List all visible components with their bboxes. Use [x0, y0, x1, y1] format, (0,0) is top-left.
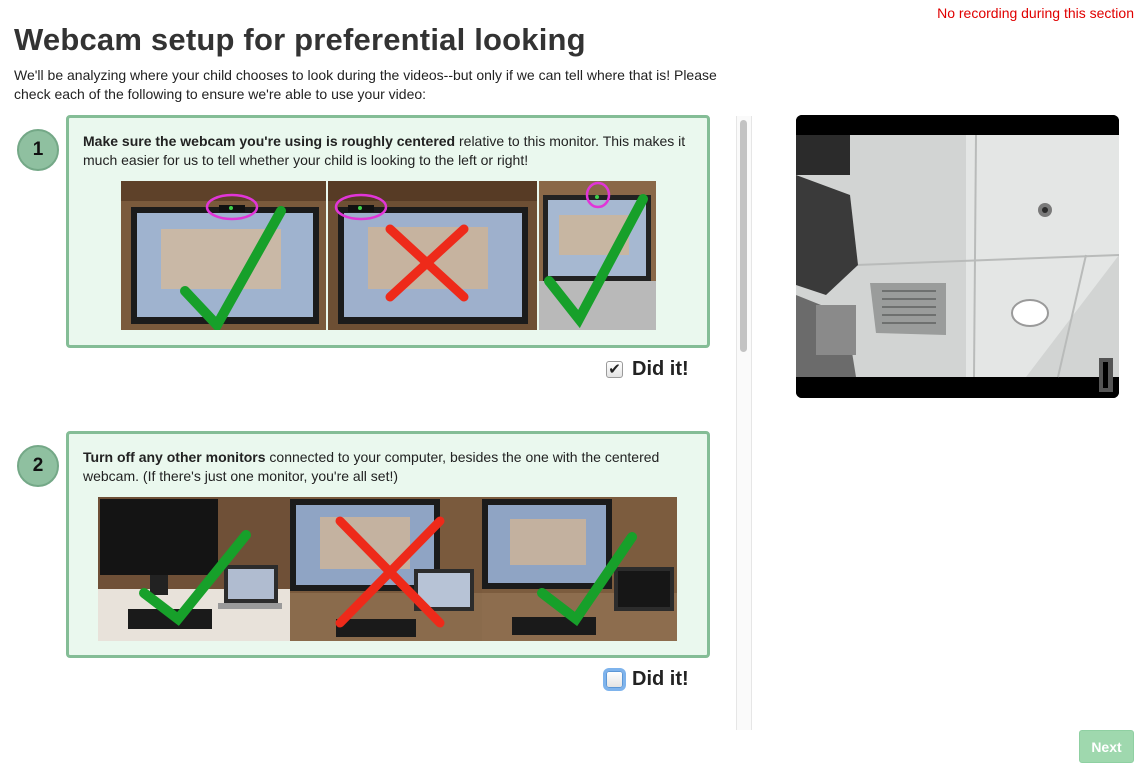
- step-card-2: Turn off any other monitors connected to…: [66, 431, 710, 658]
- step-1-bold-text: Make sure the webcam you're using is rou…: [83, 133, 456, 149]
- example-photo-offcenter-webcam: [328, 181, 537, 330]
- example-photo-laptop-webcam: [539, 181, 656, 330]
- scrollbar-thumb[interactable]: [740, 120, 747, 352]
- intro-text: We'll be analyzing where your child choo…: [14, 67, 717, 102]
- step-card-1: Make sure the webcam you're using is rou…: [66, 115, 710, 348]
- steps-scroll-area[interactable]: 1 Make sure the webcam you're using is r…: [0, 112, 752, 730]
- did-it-row-1[interactable]: ✔ Did it!: [606, 358, 689, 381]
- did-it-label-2: Did it!: [632, 668, 689, 690]
- webcam-preview: [796, 115, 1119, 398]
- example-photo-two-monitors: [290, 497, 482, 641]
- page-title: Webcam setup for preferential looking: [14, 22, 586, 57]
- example-photo-centered-webcam: [121, 181, 326, 330]
- webcam-video-frame: [796, 115, 1119, 398]
- step-1-text: Make sure the webcam you're using is rou…: [83, 132, 695, 170]
- step-2-example-photos: [98, 497, 677, 641]
- did-it-label-1: Did it!: [632, 358, 689, 380]
- did-it-row-2[interactable]: Did it!: [606, 668, 689, 691]
- example-photo-second-monitor-off: [482, 497, 677, 641]
- next-button[interactable]: Next: [1079, 730, 1134, 763]
- did-it-checkbox-1[interactable]: ✔: [606, 361, 623, 378]
- page: No recording during this section Webcam …: [0, 0, 1144, 774]
- step-1-example-photos: [121, 181, 656, 330]
- step-number-badge: 2: [17, 445, 59, 487]
- scrollbar[interactable]: [736, 116, 752, 730]
- recording-status: No recording during this section: [937, 5, 1134, 21]
- step-number-badge: 1: [17, 129, 59, 171]
- example-photo-one-monitor: [98, 497, 290, 641]
- step-2-text: Turn off any other monitors connected to…: [83, 448, 695, 486]
- step-2-bold-text: Turn off any other monitors: [83, 449, 266, 465]
- did-it-checkbox-2[interactable]: [606, 671, 623, 688]
